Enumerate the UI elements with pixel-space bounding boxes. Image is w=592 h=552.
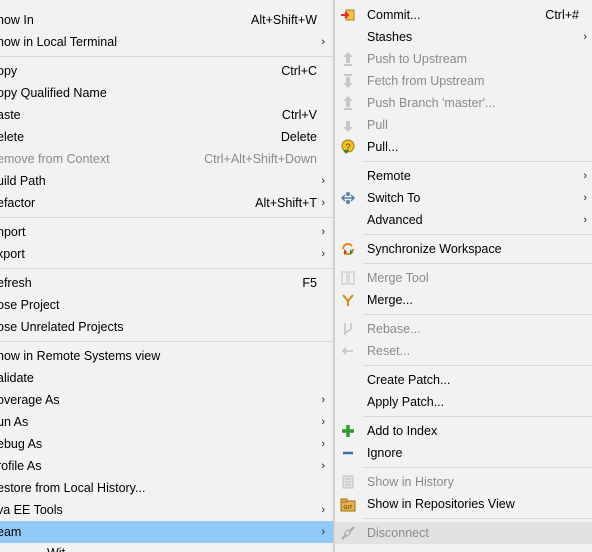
submenu-arrow-icon: › bbox=[321, 36, 325, 48]
submenu-arrow-icon: › bbox=[583, 31, 587, 43]
submenu-arrow-icon: › bbox=[321, 248, 325, 260]
merge-icon bbox=[340, 292, 356, 308]
menu-item-fetch-from-upstream[interactable]: Fetch from Upstream bbox=[335, 70, 592, 92]
menu-item-reset[interactable]: Reset... bbox=[335, 340, 592, 362]
submenu-arrow-icon: › bbox=[321, 197, 325, 209]
menu-item-advanced[interactable]: Advanced › bbox=[335, 209, 592, 231]
menu-separator bbox=[0, 265, 333, 272]
menu-item-ignore[interactable]: Ignore bbox=[335, 442, 592, 464]
menu-separator bbox=[335, 231, 592, 238]
menu-item-validate[interactable]: alidate bbox=[0, 367, 333, 389]
disconnect-icon bbox=[340, 525, 356, 541]
menu-item-build-path[interactable]: uild Path › bbox=[0, 170, 333, 192]
menu-item-synchronize-workspace[interactable]: Synchronize Workspace bbox=[335, 238, 592, 260]
menu-item-create-patch[interactable]: Create Patch... bbox=[335, 369, 592, 391]
pull-dialog-icon: ? bbox=[340, 139, 356, 155]
menu-item-team[interactable]: eam › bbox=[0, 521, 333, 543]
menu-item-push-to-upstream[interactable]: Push to Upstream bbox=[335, 48, 592, 70]
menu-item-close-project[interactable]: ose Project bbox=[0, 294, 333, 316]
commit-icon bbox=[340, 7, 356, 23]
reset-icon bbox=[340, 343, 356, 359]
menu-item-import[interactable]: nport › bbox=[0, 221, 333, 243]
menu-item-show-in-repositories-view[interactable]: GIT Show in Repositories View bbox=[335, 493, 592, 515]
menu-separator bbox=[335, 158, 592, 165]
rebase-icon bbox=[340, 321, 356, 337]
menu-separator bbox=[335, 515, 592, 522]
submenu-arrow-icon: › bbox=[583, 214, 587, 226]
menu-item-refactor[interactable]: efactor Alt+Shift+T › bbox=[0, 192, 333, 214]
menu-item-show-in-history[interactable]: Show in History bbox=[335, 471, 592, 493]
repositories-icon: GIT bbox=[340, 496, 356, 512]
menu-item-close-unrelated-projects[interactable]: ose Unrelated Projects bbox=[0, 316, 333, 338]
menu-item-add-to-index[interactable]: Add to Index bbox=[335, 420, 592, 442]
submenu-arrow-icon: › bbox=[321, 226, 325, 238]
menu-item-push-branch[interactable]: Push Branch 'master'... bbox=[335, 92, 592, 114]
menu-item-pull-dialog[interactable]: ? Pull... bbox=[335, 136, 592, 158]
menu-item-stashes[interactable]: Stashes › bbox=[335, 26, 592, 48]
history-icon bbox=[340, 474, 356, 490]
menu-item-coverage-as[interactable]: overage As › bbox=[0, 389, 333, 411]
submenu-arrow-icon: › bbox=[321, 438, 325, 450]
fetch-upstream-icon bbox=[340, 73, 356, 89]
submenu-arrow-icon: › bbox=[321, 504, 325, 516]
menu-item-show-in-remote-systems-view[interactable]: how in Remote Systems view bbox=[0, 345, 333, 367]
menu-item-run-as[interactable]: un As › bbox=[0, 411, 333, 433]
menu-item-merge[interactable]: Merge... bbox=[335, 289, 592, 311]
menu-item-java-ee-tools[interactable]: va EE Tools › bbox=[0, 499, 333, 521]
menu-separator bbox=[0, 53, 333, 60]
menu-item-export[interactable]: xport › bbox=[0, 243, 333, 265]
add-to-index-icon bbox=[340, 423, 356, 439]
menu-item-apply-patch[interactable]: Apply Patch... bbox=[335, 391, 592, 413]
menu-item-copy[interactable]: opy Ctrl+C bbox=[0, 60, 333, 82]
menu-item-paste[interactable]: aste Ctrl+V bbox=[0, 104, 333, 126]
menu-item-switch-to[interactable]: Switch To › bbox=[335, 187, 592, 209]
submenu-arrow-icon: › bbox=[321, 526, 325, 538]
submenu-arrow-icon: › bbox=[583, 170, 587, 182]
push-branch-icon bbox=[340, 95, 356, 111]
svg-text:GIT: GIT bbox=[343, 505, 353, 511]
menu-separator bbox=[0, 338, 333, 345]
menu-item-show-in-local-terminal[interactable]: how in Local Terminal › bbox=[0, 31, 333, 53]
switch-branch-icon bbox=[340, 190, 356, 206]
menu-item-remove-from-context[interactable]: emove from Context Ctrl+Alt+Shift+Down bbox=[0, 148, 333, 170]
menu-separator bbox=[335, 413, 592, 420]
menu-item-delete[interactable]: elete Delete bbox=[0, 126, 333, 148]
menu-item-show-in[interactable]: how In Alt+Shift+W bbox=[0, 9, 333, 31]
menu-item-restore-from-local-history[interactable]: estore from Local History... bbox=[0, 477, 333, 499]
pull-icon bbox=[340, 117, 356, 133]
submenu-arrow-icon: › bbox=[321, 416, 325, 428]
synchronize-icon bbox=[340, 241, 356, 257]
submenu-arrow-icon: › bbox=[321, 394, 325, 406]
menu-separator bbox=[335, 362, 592, 369]
menu-item-rebase[interactable]: Rebase... bbox=[335, 318, 592, 340]
menu-separator bbox=[0, 214, 333, 221]
team-submenu: Commit... Ctrl+# Stashes › Push to Upstr… bbox=[334, 0, 592, 552]
submenu-arrow-icon: › bbox=[583, 192, 587, 204]
push-upstream-icon bbox=[340, 51, 356, 67]
submenu-arrow-icon: › bbox=[321, 175, 325, 187]
menu-item-copy-qualified-name[interactable]: opy Qualified Name bbox=[0, 82, 333, 104]
menu-item-disconnect[interactable]: Disconnect bbox=[335, 522, 592, 544]
menu-separator bbox=[335, 260, 592, 267]
menu-separator bbox=[335, 311, 592, 318]
menu-item-compare-with[interactable]: Wit bbox=[0, 543, 333, 552]
menu-item-profile-as[interactable]: rofile As › bbox=[0, 455, 333, 477]
menu-item-refresh[interactable]: efresh F5 bbox=[0, 272, 333, 294]
ignore-icon bbox=[340, 445, 356, 461]
menu-separator bbox=[335, 464, 592, 471]
menu-item-debug-as[interactable]: ebug As › bbox=[0, 433, 333, 455]
submenu-arrow-icon: › bbox=[321, 460, 325, 472]
project-context-menu: how In Alt+Shift+W how in Local Terminal… bbox=[0, 0, 334, 552]
menu-item-merge-tool[interactable]: Merge Tool bbox=[335, 267, 592, 289]
menu-item-pull[interactable]: Pull bbox=[335, 114, 592, 136]
menu-item-commit[interactable]: Commit... Ctrl+# bbox=[335, 4, 592, 26]
menu-item-remote[interactable]: Remote › bbox=[335, 165, 592, 187]
merge-tool-icon bbox=[340, 270, 356, 286]
